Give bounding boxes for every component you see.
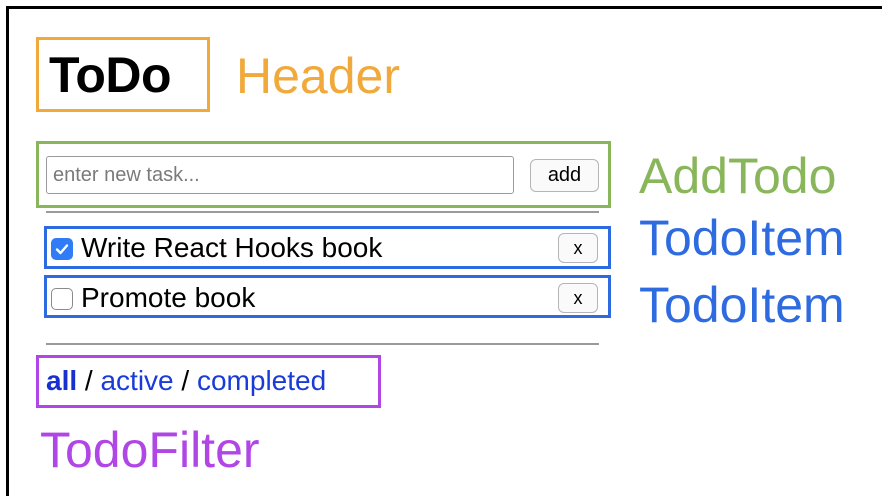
filter-bar: all / active / completed: [46, 363, 326, 399]
divider: [46, 343, 599, 345]
todo-item-checkbox[interactable]: [51, 288, 73, 310]
filter-active-link[interactable]: active: [100, 365, 173, 396]
page-title: ToDo: [49, 47, 172, 103]
filter-separator: /: [181, 365, 190, 396]
new-task-input[interactable]: [46, 156, 514, 194]
filter-completed-link[interactable]: completed: [197, 365, 326, 396]
todo-item-checkbox[interactable]: [51, 238, 73, 260]
todo-item-title: Write React Hooks book: [81, 232, 383, 263]
remove-todo-button[interactable]: x: [558, 283, 598, 313]
remove-todo-button[interactable]: x: [558, 233, 598, 263]
addtodo-component-label: AddTodo: [639, 148, 837, 204]
checkmark-icon: [55, 244, 69, 255]
todoitem-component-label: TodoItem: [639, 277, 845, 333]
filter-separator: /: [84, 365, 93, 396]
todofilter-component-label: TodoFilter: [40, 422, 260, 478]
todoitem-component-label: TodoItem: [639, 210, 845, 266]
todo-item-title: Promote book: [81, 282, 256, 313]
filter-all-link[interactable]: all: [46, 365, 77, 396]
divider: [46, 211, 599, 213]
header-component-label: Header: [236, 48, 400, 104]
add-button[interactable]: add: [530, 159, 599, 192]
